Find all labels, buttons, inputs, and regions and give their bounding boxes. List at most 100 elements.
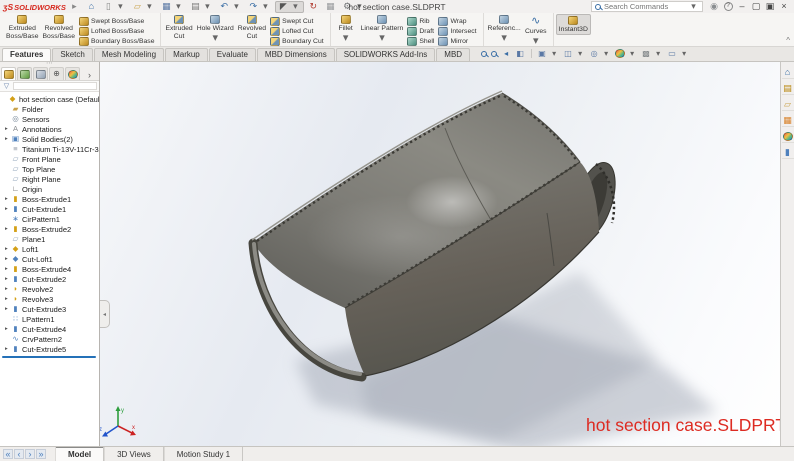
shell-button[interactable]: Shell xyxy=(405,36,436,46)
tree-item-cut-extrude4[interactable]: ▸ ▮ Cut-Extrude4 xyxy=(0,324,99,334)
undo-button[interactable]: ↶ ▾ xyxy=(217,1,244,13)
scroll-last-button[interactable]: » xyxy=(36,449,46,459)
section-view-button[interactable]: ◧ xyxy=(515,49,525,58)
tab-markup[interactable]: Markup xyxy=(165,48,208,61)
panel-tab-displaymanager[interactable] xyxy=(65,67,80,80)
hole-wizard-button[interactable]: Hole Wizard ▾ xyxy=(195,14,236,46)
tree-item-right-plane[interactable]: ▱ Right Plane xyxy=(0,174,99,184)
view-palette-button[interactable]: ▦ xyxy=(781,115,794,127)
tree-item-lpattern1[interactable]: ∷ LPattern1 xyxy=(0,314,99,324)
tree-item-annotations[interactable]: ▸ A Annotations xyxy=(0,124,99,134)
rebuild-button[interactable]: ↻ xyxy=(306,1,321,13)
design-library-button[interactable]: ▤ xyxy=(781,83,794,95)
lofted-cut-button[interactable]: Lofted Cut xyxy=(268,26,326,36)
graphics-area[interactable]: y x z hot section case.SLDPRT xyxy=(100,62,780,446)
panel-tab-dimxpertmanager[interactable]: ⊕ xyxy=(49,67,64,80)
tree-item-solid-bodies-2[interactable]: ▸ ▣ Solid Bodies(2) xyxy=(0,134,99,144)
tree-item-cut-extrude2[interactable]: ▸ ▮ Cut-Extrude2 xyxy=(0,274,99,284)
custom-properties-button[interactable]: ▮ xyxy=(781,147,794,159)
tab-features[interactable]: Features xyxy=(2,48,52,61)
apply-scene-button[interactable]: ▩ ▾ xyxy=(641,49,663,58)
linear-pattern-button[interactable]: Linear Pattern ▾ xyxy=(359,14,406,46)
maximize-button[interactable]: ▢ xyxy=(749,1,763,13)
swept-cut-button[interactable]: Swept Cut xyxy=(268,16,326,26)
edit-appearance-button[interactable]: ▾ xyxy=(615,49,637,58)
tree-item-plane1[interactable]: ▱ Plane1 xyxy=(0,234,99,244)
appearances-button[interactable] xyxy=(781,131,794,143)
save-button[interactable]: ▦ ▾ xyxy=(159,1,186,13)
zoom-to-fit-button[interactable] xyxy=(481,50,488,57)
fillet-button[interactable]: Fillet ▾ xyxy=(333,14,359,46)
rib-button[interactable]: Rib xyxy=(405,16,436,26)
close-button[interactable]: × xyxy=(777,1,791,13)
tree-item-sensors[interactable]: ◎ Sensors xyxy=(0,114,99,124)
rollback-bar[interactable] xyxy=(2,356,96,358)
tab-evaluate[interactable]: Evaluate xyxy=(208,48,256,61)
view-orientation-button[interactable]: ▣ ▾ xyxy=(531,49,559,58)
tree-item-top-plane[interactable]: ▱ Top Plane xyxy=(0,164,99,174)
zoom-to-area-button[interactable] xyxy=(491,50,498,57)
reference-geometry-button[interactable]: Referenc... ▾ xyxy=(486,14,523,46)
tree-item-origin[interactable]: ∟ Origin xyxy=(0,184,99,194)
mirror-button[interactable]: Mirror xyxy=(436,36,478,46)
open-folder-button[interactable]: ▱ ▾ xyxy=(130,1,157,13)
sheet-tab-3d-views[interactable]: 3D Views xyxy=(104,447,164,461)
extruded-cut-button[interactable]: Extruded Cut xyxy=(163,14,194,41)
resources-button[interactable]: ⌂ xyxy=(781,67,794,79)
scroll-prev-button[interactable]: ‹ xyxy=(14,449,24,459)
tree-item-loft1[interactable]: ▸ ◆ Loft1 xyxy=(0,244,99,254)
sheet-tab-motion-study-1[interactable]: Motion Study 1 xyxy=(163,447,244,461)
tab-mesh-modeling[interactable]: Mesh Modeling xyxy=(93,48,165,61)
tree-item-folder[interactable]: ▰ Folder xyxy=(0,104,99,114)
panel-tab-featuremanager[interactable] xyxy=(1,67,16,80)
scroll-next-button[interactable]: › xyxy=(25,449,35,459)
tree-item-boss-extrude4[interactable]: ▸ ▮ Boss-Extrude4 xyxy=(0,264,99,274)
ribbon-collapse-button[interactable] xyxy=(786,36,790,45)
file-explorer-button[interactable]: ▱ xyxy=(781,99,794,111)
display-style-button[interactable]: ◫ ▾ xyxy=(563,49,585,58)
revolved-boss-button[interactable]: Revolved Boss/Base xyxy=(41,14,78,41)
redo-button[interactable]: ↷ ▾ xyxy=(246,1,273,13)
user-button[interactable]: ◉ xyxy=(707,1,721,13)
tree-item-cut-loft1[interactable]: ▸ ◆ Cut-Loft1 xyxy=(0,254,99,264)
tree-item-cut-extrude5[interactable]: ▸ ▮ Cut-Extrude5 xyxy=(0,344,99,354)
draft-button[interactable]: Draft xyxy=(405,26,436,36)
wrap-button[interactable]: Wrap xyxy=(436,16,478,26)
tree-item-boss-extrude1[interactable]: ▸ ▮ Boss-Extrude1 xyxy=(0,194,99,204)
sheet-tab-model[interactable]: Model xyxy=(55,447,105,461)
tree-item-hot-section-case-default-d[interactable]: ◆hot section case (Default) <<D xyxy=(0,94,99,104)
view-settings-button[interactable]: ▭ ▾ xyxy=(667,49,689,58)
search-box[interactable]: ▾ xyxy=(591,1,703,12)
tree-item-crvpattern2[interactable]: ∿ CrvPattern2 xyxy=(0,334,99,344)
panel-tabs-expand-button[interactable]: › xyxy=(81,70,98,80)
lofted-boss-button[interactable]: Lofted Boss/Base xyxy=(77,26,156,36)
print-button[interactable]: ▤ ▾ xyxy=(188,1,215,13)
tree-item-titanium-ti-13v-11cr-3al-s[interactable]: ≡ Titanium Ti-13V-11Cr-3Al S xyxy=(0,144,99,154)
scroll-first-button[interactable]: « xyxy=(3,449,13,459)
intersect-button[interactable]: Intersect xyxy=(436,26,478,36)
curves-button[interactable]: ∿ Curves ▾ xyxy=(523,14,549,49)
model-3d[interactable]: y x z xyxy=(100,62,780,446)
tab-sketch[interactable]: Sketch xyxy=(52,48,93,61)
home-button[interactable]: ⌂ xyxy=(84,1,99,13)
panel-tab-propertymanager[interactable] xyxy=(17,67,32,80)
help-button[interactable]: ? xyxy=(721,1,735,13)
tab-solidworks-add-ins[interactable]: SOLIDWORKS Add-Ins xyxy=(335,48,436,61)
tree-item-revolve3[interactable]: ▸ ◗ Revolve3 xyxy=(0,294,99,304)
new-file-button[interactable]: ▯ ▾ xyxy=(101,1,128,13)
boundary-boss-button[interactable]: Boundary Boss/Base xyxy=(77,36,156,46)
tree-item-front-plane[interactable]: ▱ Front Plane xyxy=(0,154,99,164)
tree-item-cut-extrude1[interactable]: ▸ ▮ Cut-Extrude1 xyxy=(0,204,99,214)
minimize-button[interactable]: – xyxy=(735,1,749,13)
panel-tab-configurationmanager[interactable] xyxy=(33,67,48,80)
restore-button[interactable]: ▣ xyxy=(763,1,777,13)
revolved-cut-button[interactable]: Revolved Cut xyxy=(236,14,268,41)
file-properties-button[interactable]: ▦ xyxy=(323,1,338,13)
extruded-boss-button[interactable]: Extruded Boss/Base xyxy=(4,14,41,41)
tab-mbd-dimensions[interactable]: MBD Dimensions xyxy=(256,48,335,61)
boundary-cut-button[interactable]: Boundary Cut xyxy=(268,36,326,46)
search-input[interactable] xyxy=(604,2,685,11)
tree-item-revolve2[interactable]: ▸ ◗ Revolve2 xyxy=(0,284,99,294)
swept-boss-button[interactable]: Swept Boss/Base xyxy=(77,16,156,26)
tree-item-cut-extrude3[interactable]: ▸ ▮ Cut-Extrude3 xyxy=(0,304,99,314)
